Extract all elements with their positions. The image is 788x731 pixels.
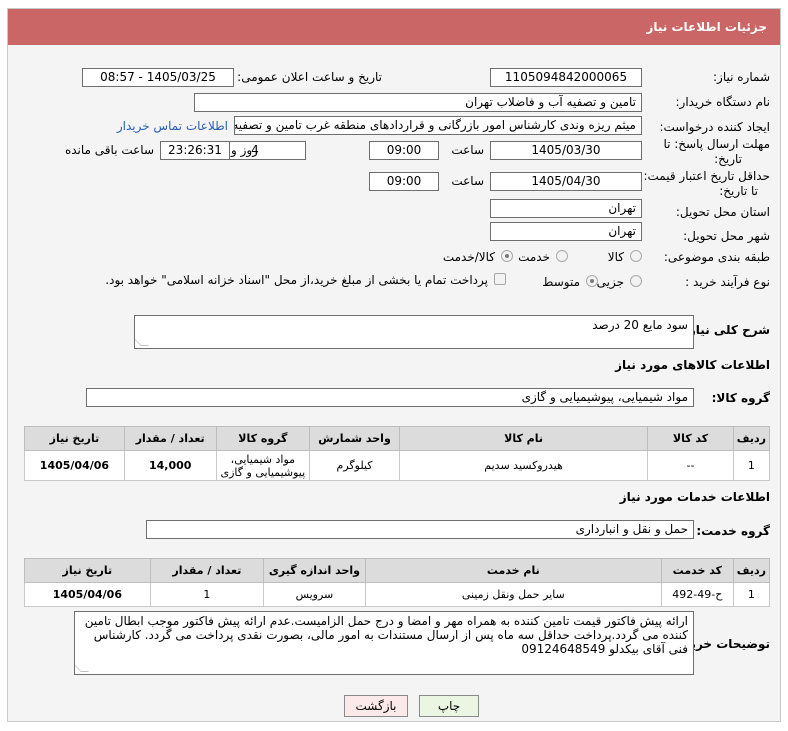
buyer-notes-text: ارائه پیش فاکتور قیمت تامین کننده به همر… (84, 614, 688, 656)
services-col-code: کد خدمت (660, 558, 734, 583)
category-label: طبقه بندی موضوعی: (663, 250, 770, 264)
buyer-notes-textarea[interactable]: ارائه پیش فاکتور قیمت تامین کننده به همر… (74, 611, 694, 675)
page-title: جزئیات اطلاعات نیاز (8, 9, 780, 45)
services-col-unit: واحد اندازه گیری (263, 558, 366, 583)
services-table-header: ردیف کد خدمت نام خدمت واحد اندازه گیری ت… (24, 558, 771, 583)
services-col-row: ردیف (732, 558, 771, 583)
services-col-date: تاریخ نیاز (24, 558, 151, 583)
goods-col-unit: واحد شمارش (309, 426, 400, 451)
goods-col-group: گروه کالا (215, 426, 311, 451)
resize-grip-icon[interactable] (75, 664, 89, 672)
buyer-org-label: نام دستگاه خریدار: (675, 95, 771, 109)
category-radio-service[interactable] (556, 250, 568, 262)
reply-deadline-label: مهلت ارسال پاسخ: تا (663, 137, 770, 151)
services-group-label: گروه خدمت: (696, 524, 770, 538)
goods-section-title: اطلاعات کالاهای مورد نیاز (615, 358, 770, 372)
goods-cell-unit: کیلوگرم (309, 450, 400, 481)
reply-time-field[interactable]: 09:00 (369, 141, 439, 160)
price-date-field[interactable]: 1405/04/30 (490, 172, 642, 191)
services-section-title: اطلاعات خدمات مورد نیاز (619, 490, 770, 504)
announce-date-label: تاریخ و ساعت اعلان عمومی: (237, 70, 382, 84)
print-button[interactable]: چاپ (419, 695, 479, 717)
goods-group-field[interactable]: مواد شیمیایی، پیوشیمیایی و گازی (86, 388, 694, 407)
announce-date-field[interactable]: 1405/03/25 - 08:57 (82, 68, 234, 87)
table-row[interactable]: 1 -- هیدروکسید سدیم کیلوگرم مواد شیمیایی… (24, 450, 771, 481)
buyer-contact-link[interactable]: اطلاعات تماس خریدار (117, 119, 228, 133)
treasury-payment-note: پرداخت تمام یا بخشی از مبلغ خرید،از محل … (105, 273, 488, 287)
goods-table-header: ردیف کد کالا نام کالا واحد شمارش گروه کا… (24, 426, 771, 451)
resize-grip-icon[interactable] (135, 338, 149, 346)
need-number-field[interactable]: 1105094842000065 (490, 68, 642, 87)
days-label: روز و (231, 143, 258, 157)
services-cell-date: 1405/04/06 (24, 582, 151, 607)
services-table: ردیف کد خدمت نام خدمت واحد اندازه گیری ت… (24, 558, 771, 607)
category-radio-goods-service[interactable] (501, 250, 513, 262)
description-label: شرح کلی نیاز: (684, 323, 770, 337)
category-radio-goods[interactable] (630, 250, 642, 262)
price-deadline-label-2: تا تاریخ: (719, 184, 758, 198)
price-time-field[interactable]: 09:00 (369, 172, 439, 191)
description-textarea[interactable]: سود مایع 20 درصد (134, 315, 694, 349)
services-group-field[interactable]: حمل و نقل و انبارداری (146, 520, 694, 539)
category-option-service: خدمت (518, 250, 550, 264)
services-cell-row: 1 (732, 582, 771, 607)
reply-time-label: ساعت (451, 143, 484, 157)
price-deadline-label: حداقل تاریخ اعتبار قیمت: (643, 169, 770, 183)
province-field[interactable]: تهران (490, 199, 642, 218)
process-option-medium: متوسط (542, 275, 580, 289)
services-cell-name: سایر حمل ونقل زمینی (364, 582, 662, 607)
services-col-qty: تعداد / مقدار (149, 558, 265, 583)
goods-table: ردیف کد کالا نام کالا واحد شمارش گروه کا… (24, 426, 771, 481)
goods-cell-code: -- (647, 450, 734, 481)
creator-label: ایجاد کننده درخواست: (659, 120, 770, 134)
buyer-org-field[interactable]: تامین و تصفیه آب و فاضلاب تهران (194, 93, 642, 112)
goods-col-row: ردیف (732, 426, 771, 451)
need-number-label: شماره نیاز: (713, 70, 770, 84)
process-radio-minor[interactable] (630, 275, 642, 287)
city-label: شهر محل تحویل: (683, 229, 770, 243)
goods-col-name: نام کالا (398, 426, 649, 451)
category-option-goods: کالا (607, 250, 624, 264)
back-button[interactable]: بازگشت (344, 695, 408, 717)
goods-cell-qty: 14,000 (123, 450, 217, 481)
process-type-label: نوع فرآیند خرید : (685, 275, 770, 289)
goods-cell-row: 1 (732, 450, 771, 481)
reply-deadline-label-2: تاریخ: (714, 152, 742, 166)
creator-field[interactable]: میثم ریزه وندی کارشناس امور بازرگانی و ق… (234, 116, 642, 135)
goods-cell-name: هیدروکسید سدیم (398, 450, 649, 481)
remaining-time-label: ساعت باقی مانده (64, 143, 154, 157)
reply-date-field[interactable]: 1405/03/30 (490, 141, 642, 160)
services-col-name: نام خدمت (364, 558, 662, 583)
services-cell-code: ح-49-492 (660, 582, 734, 607)
need-details-panel: جزئیات اطلاعات نیاز شماره نیاز: 11050948… (7, 8, 781, 722)
price-time-label: ساعت (451, 174, 484, 188)
process-radio-medium[interactable] (586, 275, 598, 287)
goods-col-qty: تعداد / مقدار (123, 426, 217, 451)
category-option-goods-service: کالا/خدمت (442, 250, 495, 264)
process-option-minor: جزیی (596, 275, 624, 289)
goods-cell-group: مواد شیمیایی، پیوشیمیایی و گازی (215, 450, 311, 481)
services-cell-unit: سرویس (263, 582, 366, 607)
goods-col-date: تاریخ نیاز (24, 426, 125, 451)
description-text: سود مایع 20 درصد (592, 318, 688, 332)
goods-col-code: کد کالا (647, 426, 734, 451)
city-field[interactable]: تهران (490, 222, 642, 241)
services-cell-qty: 1 (149, 582, 265, 607)
goods-group-label: گروه کالا: (711, 391, 770, 405)
goods-cell-date: 1405/04/06 (24, 450, 125, 481)
remaining-time-field[interactable]: 23:26:31 (160, 141, 230, 160)
treasury-payment-checkbox[interactable] (494, 273, 506, 285)
province-label: استان محل تحویل: (675, 205, 770, 219)
table-row[interactable]: 1 ح-49-492 سایر حمل ونقل زمینی سرویس 1 1… (24, 582, 771, 607)
